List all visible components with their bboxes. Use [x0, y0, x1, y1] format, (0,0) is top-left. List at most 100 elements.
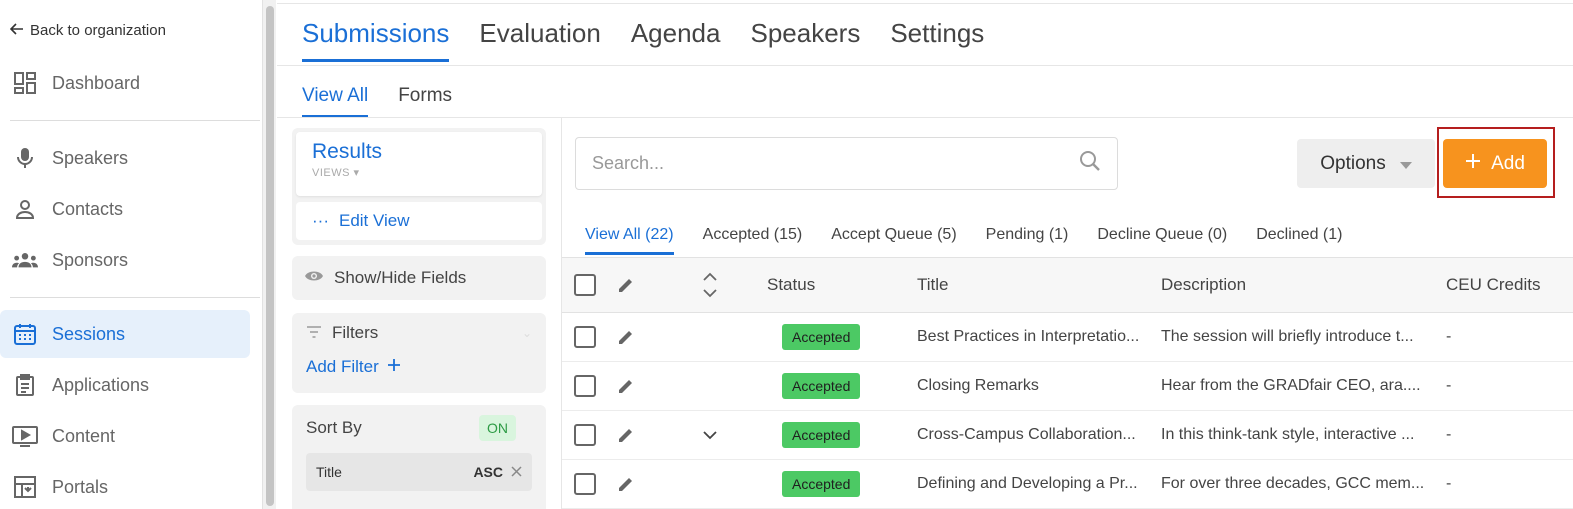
divider — [10, 120, 260, 121]
row-description: The session will briefly introduce t... — [1161, 328, 1414, 345]
table-row[interactable]: Accepted Closing Remarks Hear from the G… — [562, 362, 1573, 411]
sort-status-badge[interactable]: ON — [479, 415, 516, 441]
status-badge: Accepted — [782, 373, 861, 399]
sidebar-item-sponsors[interactable]: Sponsors — [0, 236, 250, 284]
pencil-icon[interactable] — [617, 328, 635, 346]
sidebar-item-applications[interactable]: Applications — [0, 361, 250, 409]
tab-view-all[interactable]: View All (22) — [585, 226, 674, 255]
row-description: For over three decades, GCC mem... — [1161, 475, 1425, 492]
tab-settings[interactable]: Settings — [890, 18, 984, 62]
search-input[interactable] — [592, 153, 1042, 174]
close-icon[interactable] — [511, 464, 522, 480]
table-row[interactable]: Accepted Defining and Developing a Pr...… — [562, 460, 1573, 509]
tab-accept-queue[interactable]: Accept Queue (5) — [831, 226, 956, 255]
chevron-down-icon — [703, 289, 717, 298]
table-row[interactable]: Accepted Cross-Campus Collaboration... I… — [562, 411, 1573, 460]
arrow-left-icon — [9, 22, 24, 39]
tab-pending[interactable]: Pending (1) — [986, 226, 1069, 255]
search-box[interactable] — [575, 137, 1118, 190]
add-button[interactable]: Add — [1443, 139, 1547, 188]
row-checkbox[interactable] — [574, 375, 596, 397]
dashboard-icon — [12, 70, 38, 96]
pencil-icon[interactable] — [617, 276, 635, 294]
sidebar-item-label: Portals — [52, 476, 109, 497]
sort-toggle[interactable] — [703, 272, 717, 298]
filters-section: Filters ⌄ Add Filter — [292, 313, 546, 393]
status-badge: Accepted — [782, 422, 861, 448]
sort-field-label: Title — [316, 464, 342, 480]
edit-view-label: Edit View — [338, 211, 410, 230]
column-header-status[interactable]: Status — [767, 275, 815, 295]
view-panel: Results VIEWS ▾ ··· Edit View Show/Hide … — [277, 118, 561, 509]
sort-direction[interactable]: ASC — [473, 464, 503, 480]
back-to-organization-link[interactable]: Back to organization — [9, 22, 166, 39]
table-header: Status Title Description CEU Credits — [562, 258, 1573, 313]
show-hide-label: Show/Hide Fields — [334, 268, 467, 287]
plus-icon — [387, 357, 401, 377]
row-checkbox[interactable] — [574, 424, 596, 446]
sidebar-item-content[interactable]: Content — [0, 412, 250, 460]
header-divider — [277, 65, 1573, 66]
clipboard-icon — [12, 372, 38, 398]
expand-row-chevron-icon[interactable] — [703, 430, 717, 440]
filters-label: Filters — [332, 323, 379, 342]
row-description: Hear from the GRADfair CEO, ara.... — [1161, 377, 1421, 394]
sidebar-item-speakers[interactable]: Speakers — [0, 134, 250, 182]
column-header-description[interactable]: Description — [1161, 275, 1436, 295]
sidebar-item-contacts[interactable]: Contacts — [0, 185, 250, 233]
row-ceu: - — [1446, 377, 1452, 394]
row-checkbox[interactable] — [574, 473, 596, 495]
tab-submissions[interactable]: Submissions — [302, 18, 450, 62]
pencil-icon[interactable] — [617, 377, 635, 395]
scrollbar-thumb[interactable] — [266, 6, 274, 506]
row-ceu: - — [1446, 426, 1452, 443]
results-title: Results — [312, 140, 383, 163]
sidebar-item-sessions[interactable]: Sessions — [0, 310, 250, 358]
main-tabs: Submissions Evaluation Agenda Speakers S… — [302, 18, 984, 62]
row-ceu: - — [1446, 328, 1452, 345]
submissions-table: Status Title Description CEU Credits Acc… — [562, 258, 1573, 509]
chevron-down-icon[interactable]: ⌄ — [522, 326, 532, 340]
subtab-forms[interactable]: Forms — [398, 85, 452, 118]
select-all-checkbox[interactable] — [574, 274, 596, 296]
sidebar-item-label: Sponsors — [52, 249, 129, 270]
sub-tabs: View All Forms — [302, 85, 452, 118]
plus-icon — [1465, 153, 1481, 175]
row-title: Closing Remarks — [917, 377, 1039, 394]
options-button[interactable]: Options — [1297, 139, 1435, 188]
edit-view-button[interactable]: ··· Edit View — [296, 202, 542, 240]
table-row[interactable]: Accepted Best Practices in Interpretatio… — [562, 313, 1573, 362]
column-header-title[interactable]: Title — [917, 275, 1152, 295]
subtab-view-all[interactable]: View All — [302, 85, 369, 118]
microphone-icon — [12, 145, 38, 171]
column-header-ceu-credits[interactable]: CEU Credits — [1446, 275, 1540, 295]
pencil-icon[interactable] — [617, 426, 635, 444]
sort-field-chip[interactable]: Title ASC — [306, 453, 532, 491]
divider — [10, 297, 260, 298]
filter-lines-icon — [306, 323, 322, 343]
pencil-icon[interactable] — [617, 475, 635, 493]
sort-by-section: Sort By ON Title ASC — [292, 405, 546, 509]
show-hide-fields-button[interactable]: Show/Hide Fields — [292, 256, 546, 300]
more-dots-icon: ··· — [312, 211, 329, 230]
sidebar-item-label: Speakers — [52, 147, 129, 168]
search-icon[interactable] — [1079, 150, 1101, 177]
tab-declined[interactable]: Declined (1) — [1256, 226, 1342, 255]
tab-decline-queue[interactable]: Decline Queue (0) — [1097, 226, 1227, 255]
tab-agenda[interactable]: Agenda — [631, 18, 721, 62]
sidebar-item-dashboard[interactable]: Dashboard — [0, 59, 250, 107]
caret-down-icon — [1399, 153, 1412, 175]
add-filter-button[interactable]: Add Filter — [306, 357, 532, 377]
sidebar-scrollbar[interactable] — [262, 0, 276, 509]
sidebar-item-portals[interactable]: Portals — [0, 463, 250, 509]
results-card[interactable]: Results VIEWS ▾ — [296, 132, 542, 196]
status-badge: Accepted — [782, 324, 861, 350]
tab-speakers[interactable]: Speakers — [750, 18, 860, 62]
results-card-group: Results VIEWS ▾ ··· Edit View — [292, 128, 546, 245]
views-dropdown[interactable]: VIEWS ▾ — [312, 166, 526, 179]
row-checkbox[interactable] — [574, 326, 596, 348]
group-icon — [12, 247, 38, 273]
tab-accepted[interactable]: Accepted (15) — [703, 226, 803, 255]
tab-evaluation[interactable]: Evaluation — [479, 18, 600, 62]
views-label: VIEWS — [312, 167, 350, 179]
